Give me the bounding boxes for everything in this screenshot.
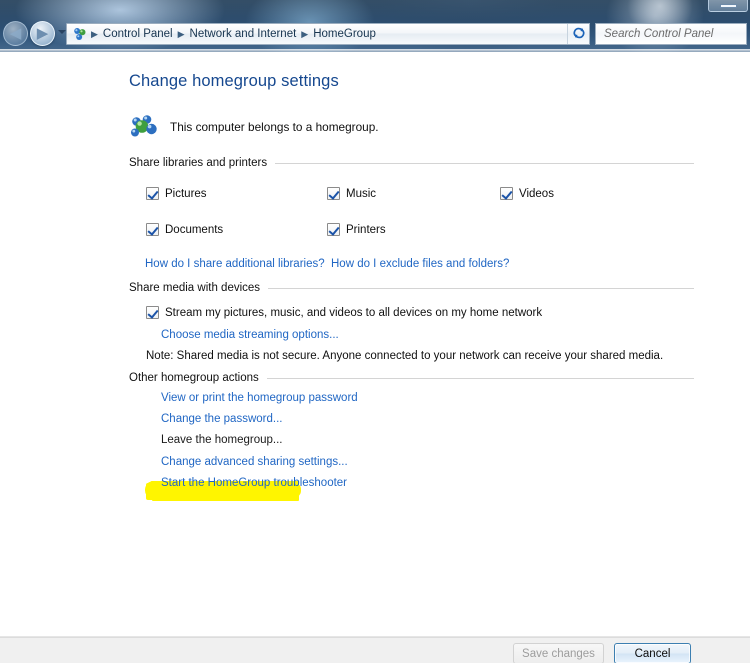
back-button[interactable]: ◀: [3, 21, 28, 46]
refresh-button[interactable]: [568, 23, 590, 45]
section-heading-other-actions: Other homegroup actions: [129, 372, 694, 384]
breadcrumb-control-panel[interactable]: Control Panel: [99, 26, 177, 42]
checkbox-videos[interactable]: Videos: [500, 187, 554, 200]
cancel-label: Cancel: [634, 647, 671, 660]
restore-icon: [720, 4, 737, 8]
checkbox-printers-label: Printers: [346, 223, 386, 236]
section-divider: [275, 162, 694, 164]
checkbox-stream-media-box[interactable]: [146, 306, 159, 319]
link-change-the-password[interactable]: Change the password...: [161, 413, 282, 425]
checkbox-music-box[interactable]: [327, 187, 340, 200]
control-panel-icon: [72, 26, 88, 42]
checkbox-documents-box[interactable]: [146, 223, 159, 236]
checkbox-videos-box[interactable]: [500, 187, 513, 200]
section-heading-label: Other homegroup actions: [129, 372, 259, 384]
forward-button[interactable]: ▶: [30, 21, 55, 46]
section-heading-share-media: Share media with devices: [129, 282, 694, 294]
link-view-or-print-password[interactable]: View or print the homegroup password: [161, 392, 358, 404]
search-box[interactable]: [595, 23, 747, 45]
section-heading-share-libraries: Share libraries and printers: [129, 157, 694, 169]
save-changes-button[interactable]: Save changes: [513, 643, 604, 663]
explorer-window: ◀ ▶ ▶ Control Panel ▶ Network and Intern…: [0, 0, 750, 663]
section-heading-label: Share media with devices: [129, 282, 261, 294]
link-start-homegroup-troubleshooter[interactable]: Start the HomeGroup troubleshooter: [161, 477, 347, 489]
link-change-advanced-sharing-settings[interactable]: Change advanced sharing settings...: [161, 456, 348, 468]
checkbox-printers[interactable]: Printers: [327, 223, 386, 236]
section-divider: [268, 287, 694, 289]
content-pane: Change homegroup settings This computer …: [0, 52, 750, 637]
section-divider: [266, 377, 694, 379]
dialog-button-bar: Save changes Cancel: [0, 637, 750, 663]
checkbox-documents[interactable]: Documents: [146, 223, 223, 236]
search-input[interactable]: [602, 27, 746, 41]
checkbox-stream-media-label: Stream my pictures, music, and videos to…: [165, 306, 543, 319]
shared-media-note: Note: Shared media is not secure. Anyone…: [146, 350, 664, 362]
save-changes-label: Save changes: [522, 647, 595, 660]
checkbox-pictures-label: Pictures: [165, 187, 207, 200]
page-title: Change homegroup settings: [129, 72, 339, 90]
cancel-button[interactable]: Cancel: [614, 643, 691, 663]
checkbox-music[interactable]: Music: [327, 187, 376, 200]
checkbox-stream-media[interactable]: Stream my pictures, music, and videos to…: [146, 306, 542, 319]
breadcrumb-separator-2: ▶: [177, 29, 185, 39]
breadcrumb-homegroup[interactable]: HomeGroup: [309, 26, 380, 42]
checkbox-pictures-box[interactable]: [146, 187, 159, 200]
breadcrumb-network-and-internet[interactable]: Network and Internet: [186, 26, 301, 42]
checkbox-music-label: Music: [346, 187, 377, 200]
recent-pages-chevron-down-icon[interactable]: [58, 30, 66, 34]
section-heading-label: Share libraries and printers: [129, 157, 268, 169]
address-bar[interactable]: ▶ Control Panel ▶ Network and Internet ▶…: [66, 23, 588, 45]
breadcrumb-separator-1: ▶: [91, 29, 98, 39]
breadcrumb-separator-3: ▶: [301, 29, 309, 39]
refresh-icon: [572, 26, 586, 42]
link-leave-the-homegroup[interactable]: Leave the homegroup...: [161, 434, 282, 446]
checkbox-videos-label: Videos: [519, 187, 554, 200]
forward-arrow-icon: ▶: [36, 25, 49, 42]
back-arrow-icon: ◀: [9, 25, 22, 42]
link-exclude-files-and-folders[interactable]: How do I exclude files and folders?: [331, 258, 509, 270]
link-choose-media-streaming-options[interactable]: Choose media streaming options...: [161, 329, 339, 341]
checkbox-documents-label: Documents: [165, 223, 224, 236]
checkbox-pictures[interactable]: Pictures: [146, 187, 207, 200]
link-share-additional-libraries[interactable]: How do I share additional libraries?: [145, 258, 325, 270]
homegroup-icon: [129, 112, 162, 142]
homegroup-status-text: This computer belongs to a homegroup.: [170, 120, 379, 134]
checkbox-printers-box[interactable]: [327, 223, 340, 236]
homegroup-status-row: This computer belongs to a homegroup.: [129, 112, 379, 142]
window-restore-button[interactable]: [708, 0, 748, 12]
